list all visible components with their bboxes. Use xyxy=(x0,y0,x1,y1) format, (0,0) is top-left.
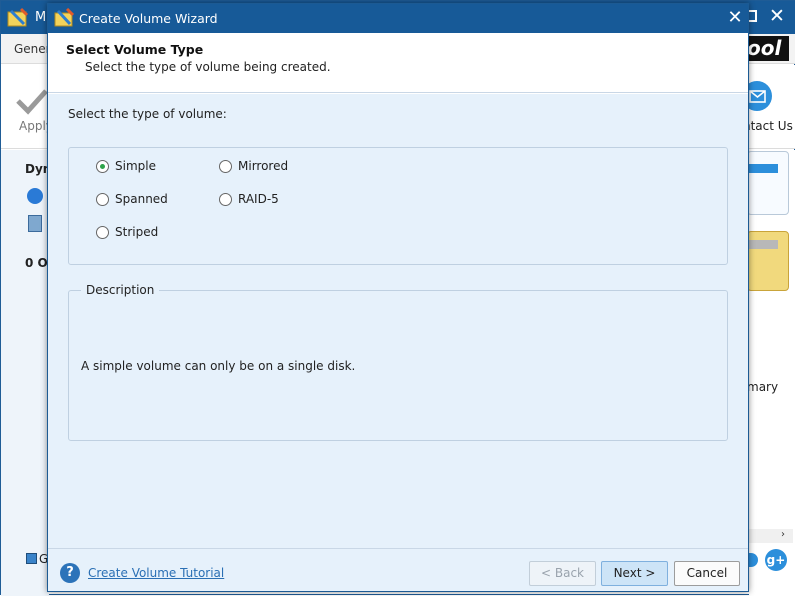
next-button[interactable]: Next > xyxy=(601,561,668,586)
radio-mirrored[interactable]: Mirrored xyxy=(219,157,288,175)
disk-icon[interactable] xyxy=(28,215,42,232)
wizard-body: Select the type of volume: Simple Mirror… xyxy=(48,94,748,548)
disk-wizard-icon[interactable] xyxy=(27,188,43,204)
radio-label: Mirrored xyxy=(238,159,289,173)
description-group: Description A simple volume can only be … xyxy=(68,283,728,441)
back-button[interactable]: < Back xyxy=(529,561,596,586)
radio-label: Spanned xyxy=(115,192,168,206)
radio-icon[interactable] xyxy=(96,225,109,239)
legend-swatch xyxy=(26,553,37,564)
close-icon[interactable]: ✕ xyxy=(725,8,745,28)
contact-us-label: ntact Us xyxy=(743,119,793,133)
wizard-footer: ? Create Volume Tutorial < Back Next > C… xyxy=(48,548,748,591)
cancel-button[interactable]: Cancel xyxy=(674,561,740,586)
main-close-icon[interactable]: ✕ xyxy=(769,5,785,27)
description-text: A simple volume can only be on a single … xyxy=(81,359,356,373)
menu-general[interactable]: Gener xyxy=(14,42,51,56)
disk-usage-bar xyxy=(749,240,778,249)
create-volume-dialog: Create Volume Wizard ✕ Select Volume Typ… xyxy=(47,3,749,592)
radio-icon[interactable] xyxy=(96,192,109,206)
volume-type-group: Simple Mirrored Spanned RAID-5 Striped xyxy=(68,147,728,265)
step-heading: Select Volume Type xyxy=(66,42,204,57)
app-icon xyxy=(7,7,29,27)
step-subheading: Select the type of volume being created. xyxy=(85,60,331,74)
dialog-titlebar[interactable]: Create Volume Wizard ✕ xyxy=(48,4,748,33)
radio-simple[interactable]: Simple xyxy=(96,157,156,175)
volume-type-prompt: Select the type of volume: xyxy=(68,107,227,121)
brand-logo: ool xyxy=(743,36,789,61)
disk-block[interactable] xyxy=(747,151,789,215)
horizontal-scrollbar[interactable] xyxy=(749,529,793,543)
help-icon[interactable]: ? xyxy=(60,563,80,583)
radio-raid5[interactable]: RAID-5 xyxy=(219,190,279,208)
radio-icon[interactable] xyxy=(219,159,232,173)
radio-selected-icon[interactable] xyxy=(96,159,109,173)
radio-label: Simple xyxy=(115,159,156,173)
radio-label: Striped xyxy=(115,225,159,239)
partition-type-label: mary xyxy=(747,380,779,394)
wizard-header: Select Volume Type Select the type of vo… xyxy=(48,33,748,93)
radio-spanned[interactable]: Spanned xyxy=(96,190,168,208)
app-icon xyxy=(54,8,75,27)
scroll-right-icon[interactable]: › xyxy=(781,529,785,540)
radio-label: RAID-5 xyxy=(238,192,279,206)
checkmark-icon[interactable] xyxy=(15,87,49,117)
google-plus-icon[interactable]: g+ xyxy=(765,549,787,571)
disk-usage-bar xyxy=(749,164,778,173)
tutorial-link[interactable]: Create Volume Tutorial xyxy=(88,566,224,580)
description-legend: Description xyxy=(81,283,160,297)
radio-striped[interactable]: Striped xyxy=(96,223,158,241)
dialog-title: Create Volume Wizard xyxy=(79,11,218,26)
radio-icon[interactable] xyxy=(219,192,232,206)
